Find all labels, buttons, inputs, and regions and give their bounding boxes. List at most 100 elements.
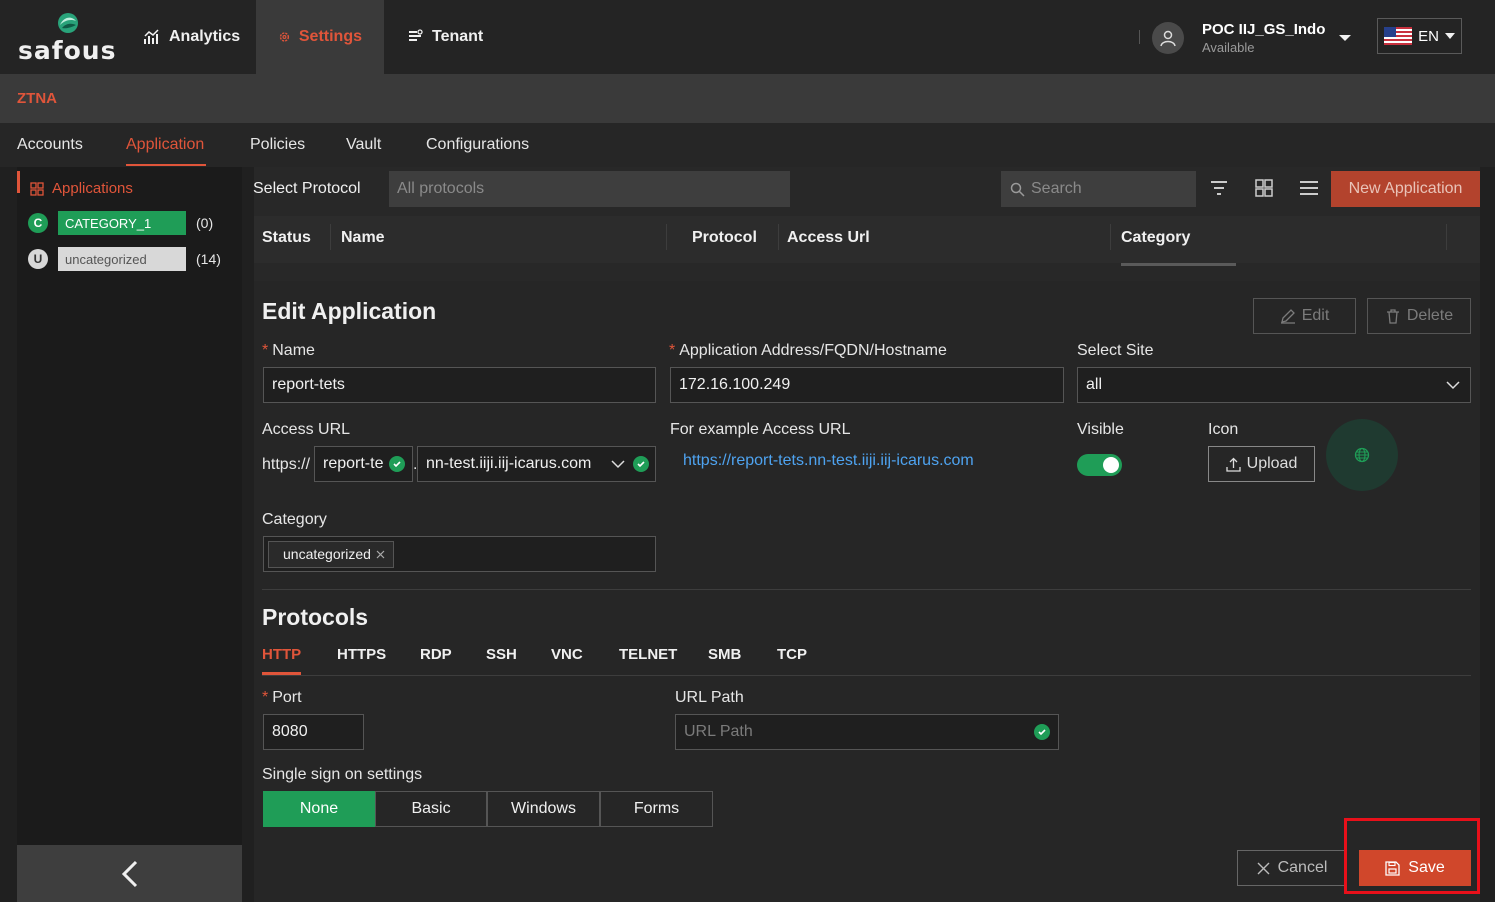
example-url-link[interactable]: https://report-tets.nn-test.iiji.iij-ica… bbox=[683, 452, 974, 470]
pencil-icon bbox=[1280, 309, 1295, 324]
url-path-label: URL Path bbox=[675, 689, 744, 706]
edit-button-label: Edit bbox=[1301, 307, 1330, 324]
upload-button[interactable]: Upload bbox=[1208, 446, 1315, 482]
protocol-tab-vnc[interactable]: VNC bbox=[551, 646, 583, 663]
domain-select[interactable]: nn-test.iiji.iij-icarus.com bbox=[417, 446, 656, 482]
visible-toggle[interactable] bbox=[1077, 454, 1122, 476]
user-menu[interactable]: POC IIJ_GS_Indo Available bbox=[1152, 18, 1352, 58]
port-label: * Port bbox=[262, 689, 302, 706]
chevron-down-icon bbox=[1446, 380, 1460, 389]
topbar-divider bbox=[1139, 30, 1140, 44]
section-band bbox=[0, 74, 1495, 123]
safous-logo[interactable]: safous bbox=[18, 12, 118, 65]
protocols-title: Protocols bbox=[262, 604, 369, 630]
category-label: uncategorized bbox=[58, 247, 186, 271]
protocol-tab-telnet[interactable]: TELNET bbox=[619, 646, 677, 663]
cancel-button-label: Cancel bbox=[1277, 859, 1328, 876]
protocol-tab-https[interactable]: HTTPS bbox=[337, 646, 386, 663]
cancel-button[interactable]: Cancel bbox=[1237, 850, 1347, 886]
access-url-prefix: https:// bbox=[262, 456, 311, 473]
edit-button[interactable]: Edit bbox=[1253, 298, 1356, 334]
url-path-input[interactable]: URL Path bbox=[675, 714, 1059, 750]
site-label: Select Site bbox=[1077, 342, 1154, 359]
category-badge: U bbox=[28, 249, 48, 269]
user-status: Available bbox=[1202, 40, 1255, 55]
safous-logo-icon bbox=[58, 13, 78, 33]
column-protocol[interactable]: Protocol bbox=[692, 229, 757, 247]
nav-analytics[interactable]: Analytics bbox=[121, 0, 262, 74]
protocol-tab-smb[interactable]: SMB bbox=[708, 646, 741, 663]
brand-name: safous bbox=[18, 36, 117, 65]
caret-down-icon bbox=[1339, 35, 1351, 41]
sso-option-windows[interactable]: Windows bbox=[487, 791, 600, 827]
nav-settings-label: Settings bbox=[298, 28, 362, 45]
category-count: (0) bbox=[196, 215, 214, 231]
protocol-select[interactable]: All protocols bbox=[389, 171, 790, 207]
user-icon bbox=[1160, 30, 1176, 47]
edit-title: Edit Application bbox=[262, 298, 437, 324]
filter-icon[interactable] bbox=[1209, 178, 1229, 198]
column-access-url[interactable]: Access Url bbox=[787, 229, 870, 247]
tab-configurations[interactable]: Configurations bbox=[426, 136, 529, 154]
delete-button[interactable]: Delete bbox=[1367, 298, 1471, 334]
search-input[interactable]: Search bbox=[1001, 171, 1196, 207]
category-badge: C bbox=[28, 213, 48, 233]
caret-down-icon bbox=[1444, 33, 1455, 39]
domain-value: nn-test.iiji.iij-icarus.com bbox=[426, 455, 592, 472]
column-name[interactable]: Name bbox=[341, 229, 385, 247]
site-select[interactable]: all bbox=[1077, 367, 1471, 403]
column-divider bbox=[1110, 224, 1111, 250]
highlight-box bbox=[1344, 818, 1480, 894]
protocol-tab-ssh[interactable]: SSH bbox=[486, 646, 517, 663]
divider bbox=[262, 675, 1471, 676]
select-protocol-label: Select Protocol bbox=[253, 180, 361, 197]
port-input[interactable]: 8080 bbox=[263, 714, 364, 750]
sidebar-header-label: Applications bbox=[52, 180, 133, 197]
category-count: (14) bbox=[196, 251, 221, 267]
sso-option-forms[interactable]: Forms bbox=[600, 791, 713, 827]
nav-tenant[interactable]: Tenant bbox=[384, 0, 505, 74]
tenant-icon bbox=[409, 29, 423, 41]
sso-option-basic[interactable]: Basic bbox=[375, 791, 487, 827]
active-tab-underline bbox=[126, 164, 206, 166]
chevron-down-icon bbox=[611, 459, 625, 468]
grid-view-icon[interactable] bbox=[1254, 178, 1274, 198]
language-selector[interactable]: EN bbox=[1377, 18, 1462, 54]
sidebar-header[interactable]: Applications bbox=[30, 180, 133, 197]
close-icon[interactable] bbox=[376, 550, 385, 559]
delete-button-label: Delete bbox=[1406, 307, 1454, 324]
new-application-button[interactable]: New Application bbox=[1331, 171, 1480, 207]
sub-tabs bbox=[0, 123, 1495, 167]
category-item[interactable]: U uncategorized (14) bbox=[28, 246, 221, 272]
category-item[interactable]: C CATEGORY_1 (0) bbox=[28, 210, 213, 236]
column-divider bbox=[778, 224, 779, 250]
name-input[interactable]: report-tets bbox=[263, 367, 656, 403]
nav-settings[interactable]: Settings bbox=[256, 0, 384, 74]
category-label: Category bbox=[262, 511, 327, 528]
protocol-tab-tcp[interactable]: TCP bbox=[777, 646, 807, 663]
tab-vault[interactable]: Vault bbox=[346, 136, 381, 154]
nav-analytics-label: Analytics bbox=[169, 28, 241, 45]
protocol-tab-http[interactable]: HTTP bbox=[262, 646, 301, 663]
column-status[interactable]: Status bbox=[262, 229, 311, 247]
tab-application[interactable]: Application bbox=[126, 136, 204, 154]
url-path-placeholder: URL Path bbox=[684, 723, 753, 740]
analytics-icon bbox=[144, 29, 159, 44]
protocol-tab-rdp[interactable]: RDP bbox=[420, 646, 452, 663]
column-divider bbox=[666, 224, 667, 250]
tab-accounts[interactable]: Accounts bbox=[17, 136, 83, 154]
column-category[interactable]: Category bbox=[1121, 229, 1190, 247]
access-url-label: Access URL bbox=[262, 421, 351, 438]
address-input[interactable]: 172.16.100.249 bbox=[670, 367, 1064, 403]
category-select[interactable]: uncategorized bbox=[263, 536, 656, 572]
subdomain-value: report-te bbox=[323, 455, 384, 472]
sso-option-none[interactable]: None bbox=[263, 791, 375, 827]
icon-label: Icon bbox=[1208, 421, 1239, 438]
name-label: * Name bbox=[262, 342, 315, 359]
subdomain-input[interactable]: report-te bbox=[314, 446, 413, 482]
list-view-icon[interactable] bbox=[1299, 178, 1319, 198]
collapse-sidebar-button[interactable] bbox=[17, 845, 242, 902]
column-sort-indicator bbox=[1121, 263, 1236, 266]
tab-policies[interactable]: Policies bbox=[250, 136, 305, 154]
nav-tenant-label: Tenant bbox=[432, 28, 484, 45]
